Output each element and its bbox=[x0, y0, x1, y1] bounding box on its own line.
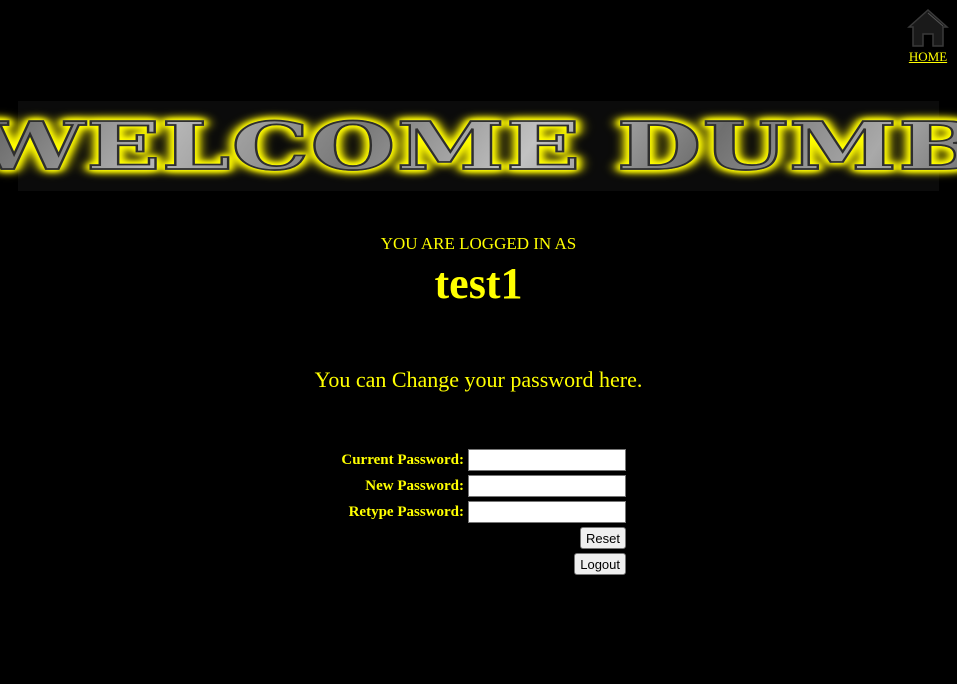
home-link[interactable]: HOME bbox=[907, 8, 949, 66]
username-display: test1 bbox=[434, 259, 523, 308]
home-link-text[interactable]: HOME bbox=[909, 49, 947, 65]
logout-button[interactable]: Logout bbox=[574, 553, 626, 575]
change-password-form: Current Password: New Password: Retype P… bbox=[300, 447, 626, 577]
retype-password-input[interactable] bbox=[468, 501, 626, 523]
change-password-heading: You can Change your password here. bbox=[314, 367, 643, 392]
retype-password-row: Retype Password: bbox=[300, 499, 626, 525]
new-password-input[interactable] bbox=[468, 475, 626, 497]
banner-title: WELCOME DUMB bbox=[0, 112, 957, 179]
new-password-label: New Password: bbox=[365, 477, 464, 494]
logout-row: Logout bbox=[300, 551, 626, 577]
home-icon[interactable] bbox=[907, 8, 949, 48]
current-password-input[interactable] bbox=[468, 449, 626, 471]
welcome-banner: WELCOME DUMB bbox=[0, 101, 957, 191]
logged-in-label: YOU ARE LOGGED IN AS bbox=[380, 234, 577, 253]
reset-row: Reset bbox=[300, 525, 626, 551]
reset-button[interactable]: Reset bbox=[580, 527, 626, 549]
new-password-row: New Password: bbox=[300, 473, 626, 499]
retype-password-label: Retype Password: bbox=[348, 503, 464, 520]
current-password-row: Current Password: bbox=[300, 447, 626, 473]
current-password-label: Current Password: bbox=[341, 451, 464, 468]
